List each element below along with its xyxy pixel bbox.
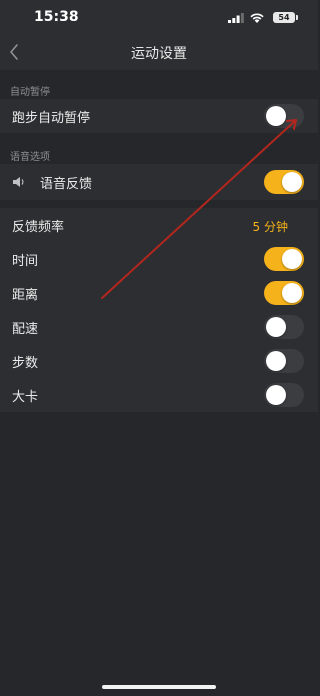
status-time: 15:38 [34, 9, 79, 25]
toggle-knob [282, 249, 302, 269]
time-toggle[interactable] [264, 247, 304, 271]
setting-row-pace: 配速 [0, 310, 318, 344]
home-indicator [102, 685, 216, 689]
page-title: 运动设置 [131, 46, 187, 62]
setting-row-voice-feedback: 语音反馈 [0, 165, 318, 199]
setting-row-feedback-frequency[interactable]: 反馈频率 5 分钟 [0, 208, 318, 242]
setting-label: 大卡 [12, 390, 39, 405]
pace-toggle[interactable] [264, 315, 304, 339]
setting-label: 配速 [12, 322, 39, 337]
setting-label: 步数 [12, 356, 39, 371]
toggle-knob [266, 351, 286, 371]
toggle-knob [266, 106, 286, 126]
running-auto-pause-toggle[interactable] [264, 104, 304, 128]
battery-terminal [296, 15, 298, 20]
toggle-knob [266, 317, 286, 337]
feedback-group: 反馈频率 5 分钟 时间 距离 配速 步数 大卡 [0, 208, 318, 412]
feedback-frequency-value: 5 分钟 [252, 220, 288, 234]
calories-toggle[interactable] [264, 383, 304, 407]
setting-label: 距离 [12, 288, 39, 303]
toggle-knob [282, 172, 302, 192]
auto-pause-group: 跑步自动暂停 [0, 99, 318, 133]
wifi-icon [250, 13, 264, 23]
battery-icon: 54 [273, 12, 295, 23]
setting-label: 跑步自动暂停 [12, 111, 91, 126]
section-label-voice-options: 语音选项 [10, 152, 50, 163]
cellular-signal-icon [228, 13, 244, 23]
setting-row-calories: 大卡 [0, 378, 318, 412]
setting-row-running-auto-pause: 跑步自动暂停 [0, 99, 318, 133]
setting-label: 语音反馈 [40, 177, 93, 192]
setting-row-time: 时间 [0, 242, 318, 276]
setting-label: 时间 [12, 254, 39, 269]
setting-row-distance: 距离 [0, 276, 318, 310]
setting-label: 反馈频率 [12, 220, 65, 235]
toggle-knob [266, 385, 286, 405]
distance-toggle[interactable] [264, 281, 304, 305]
voice-feedback-toggle[interactable] [264, 170, 304, 194]
nav-bar: 运动设置 [0, 34, 318, 70]
section-label-auto-pause: 自动暂停 [10, 87, 50, 98]
setting-row-steps: 步数 [0, 344, 318, 378]
steps-toggle[interactable] [264, 349, 304, 373]
voice-group: 语音反馈 [0, 164, 318, 200]
toggle-knob [282, 283, 302, 303]
status-bar: 15:38 54 [0, 0, 318, 34]
speaker-icon [13, 177, 24, 187]
